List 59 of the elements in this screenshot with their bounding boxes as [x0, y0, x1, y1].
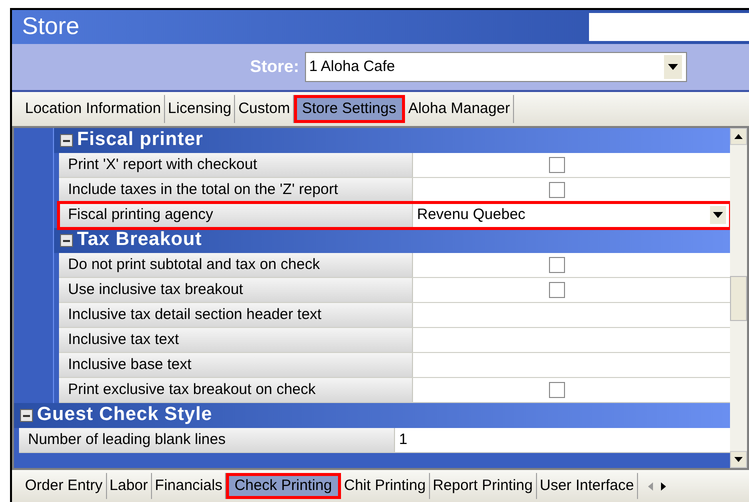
property-row[interactable]: Do not print subtotal and tax on check: [59, 253, 730, 278]
tab[interactable]: Report Printing: [430, 473, 537, 499]
property-label: Print 'X' report with checkout: [59, 153, 413, 177]
category-header[interactable]: Tax Breakout: [54, 228, 730, 253]
property-row[interactable]: Use inclusive tax breakout: [59, 278, 730, 303]
collapse-icon[interactable]: [60, 234, 73, 247]
window-title: Store: [21, 12, 80, 42]
property-label: Inclusive tax detail section header text: [59, 303, 413, 327]
tab[interactable]: Aloha Manager: [405, 95, 514, 123]
dropdown-arrow-icon: [668, 64, 678, 70]
property-label: Use inclusive tax breakout: [59, 278, 413, 302]
field-value[interactable]: 1: [395, 428, 730, 452]
checkbox[interactable]: [548, 257, 564, 273]
checkbox[interactable]: [548, 382, 564, 398]
property-label: Number of leading blank lines: [19, 428, 395, 452]
property-label: Inclusive tax text: [59, 328, 413, 352]
category-title: Tax Breakout: [77, 228, 202, 252]
property-row[interactable]: Print exclusive tax breakout on check: [59, 378, 730, 403]
property-label: Inclusive base text: [59, 353, 413, 377]
checkbox[interactable]: [548, 182, 564, 198]
store-label: Store:: [250, 56, 300, 78]
property-row[interactable]: Number of leading blank lines 1: [19, 428, 730, 453]
checkbox[interactable]: [548, 157, 564, 173]
category-header[interactable]: Guest Check Style: [14, 403, 730, 428]
search-field[interactable]: [589, 13, 749, 41]
scroll-right-icon[interactable]: [660, 482, 666, 490]
scrollbar-thumb[interactable]: [730, 276, 747, 320]
dropdown-arrow-icon: [713, 212, 723, 218]
category-title: Guest Check Style: [37, 403, 212, 428]
tab[interactable]: Chit Printing: [340, 473, 430, 499]
tab[interactable]: Location Information: [22, 95, 165, 123]
property-row[interactable]: Fiscal printing agency Revenu Quebec: [59, 203, 730, 228]
checkbox[interactable]: [548, 282, 564, 298]
store-value: 1 Aloha Cafe: [309, 56, 396, 77]
scrollbar[interactable]: [730, 128, 747, 468]
property-row[interactable]: Print 'X' report with checkout: [59, 153, 730, 178]
property-row[interactable]: Include taxes in the total on the 'Z' report: [59, 178, 730, 203]
property-label: Do not print subtotal and tax on check: [59, 253, 413, 277]
scroll-up-icon[interactable]: [734, 134, 743, 139]
tab[interactable]: User Interface: [536, 473, 638, 499]
property-label: Fiscal printing agency: [59, 203, 413, 227]
category-title: Fiscal printer: [77, 128, 204, 152]
collapse-icon[interactable]: [60, 134, 73, 147]
scroll-left-icon[interactable]: [648, 482, 653, 490]
scroll-down-icon[interactable]: [734, 457, 743, 462]
tab[interactable]: Store Settings: [294, 95, 406, 123]
tab[interactable]: Licensing: [164, 95, 236, 123]
property-row[interactable]: Inclusive tax text: [59, 328, 730, 353]
store-dropdown[interactable]: 1 Aloha Cafe: [305, 52, 688, 82]
property-label: Include taxes in the total on the 'Z' report: [59, 178, 413, 202]
category-header[interactable]: Fiscal printer: [54, 128, 730, 153]
dropdown-value: Revenu Quebec: [417, 204, 526, 225]
tab[interactable]: Labor: [106, 473, 152, 499]
tab[interactable]: Check Printing: [226, 473, 341, 499]
property-row[interactable]: Inclusive base text: [59, 353, 730, 378]
collapse-icon[interactable]: [20, 409, 33, 422]
property-label: Print exclusive tax breakout on check: [59, 378, 413, 402]
tab[interactable]: Order Entry: [22, 473, 107, 499]
property-row[interactable]: Inclusive tax detail section header text: [59, 303, 730, 328]
